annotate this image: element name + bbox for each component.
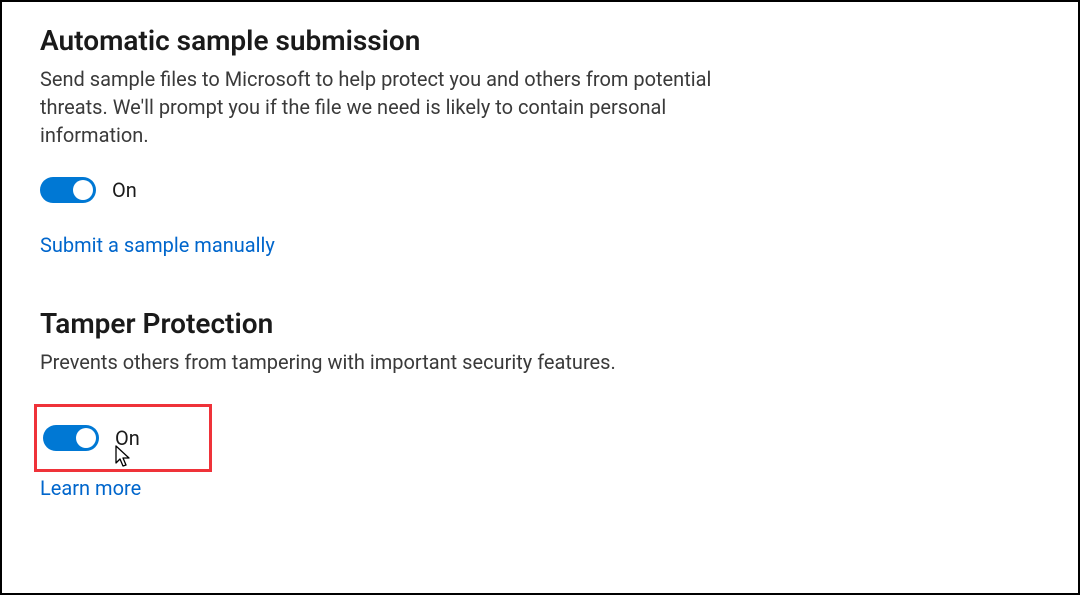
settings-panel: Automatic sample submission Send sample … — [0, 0, 1080, 595]
toggle-state-label-autosample: On — [112, 178, 137, 202]
section-description-tamper: Prevents others from tampering with impo… — [40, 348, 760, 376]
section-title-autosample: Automatic sample submission — [40, 24, 1040, 57]
toggle-knob — [76, 428, 96, 448]
section-automatic-sample-submission: Automatic sample submission Send sample … — [40, 24, 1040, 257]
section-title-tamper: Tamper Protection — [40, 307, 1040, 340]
link-submit-sample-manually[interactable]: Submit a sample manually — [40, 233, 275, 257]
highlight-annotation-box: On — [34, 404, 212, 472]
toggle-state-label-tamper: On — [115, 426, 140, 450]
toggle-row-autosample: On — [40, 177, 1040, 203]
link-learn-more-tamper[interactable]: Learn more — [40, 476, 141, 500]
toggle-knob — [73, 180, 93, 200]
section-description-autosample: Send sample files to Microsoft to help p… — [40, 65, 760, 149]
section-tamper-protection: Tamper Protection Prevents others from t… — [40, 307, 1040, 500]
toggle-switch-tamper[interactable] — [43, 425, 99, 451]
toggle-switch-autosample[interactable] — [40, 177, 96, 203]
